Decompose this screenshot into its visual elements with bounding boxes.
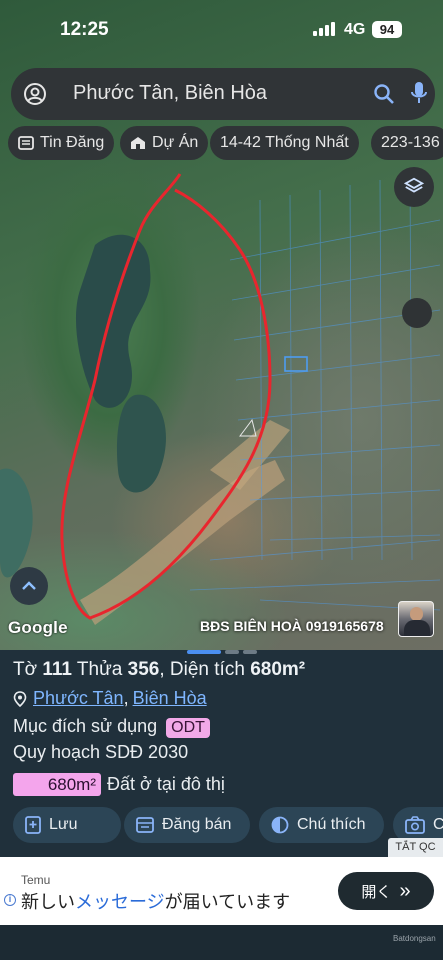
half-circle-icon [271, 816, 289, 834]
search-input[interactable]: Phước Tân, Biên Hòa [73, 82, 267, 105]
signal-icon [313, 22, 335, 36]
ad-text-highlight: メッセージ [75, 892, 165, 912]
city-link[interactable]: Biên Hòa [133, 688, 207, 709]
area-prefix: , Diện tích [159, 659, 245, 680]
chip-du-an[interactable]: Dự Án [120, 126, 209, 160]
bookmark-plus-icon [25, 816, 41, 834]
avatar [398, 601, 434, 637]
chip-tin-dang[interactable]: Tin Đăng [8, 126, 115, 160]
location-separator: , [123, 688, 129, 708]
parcel-prefix: Thửa [76, 659, 123, 680]
location-line: Phước Tân, Biên Hòa [13, 688, 207, 709]
layers-button[interactable] [394, 167, 434, 207]
status-time: 12:25 [60, 19, 109, 40]
google-attribution: Google [8, 618, 68, 637]
ad-brand: Temu [21, 873, 51, 887]
layers-icon [403, 177, 425, 193]
camera-label: C [433, 816, 443, 833]
purpose-code-badge: ODT [166, 718, 210, 738]
listing-icon [136, 817, 154, 833]
ward-link[interactable]: Phước Tân [33, 688, 124, 709]
parcel-title: Tờ 111 Thửa 356, Diện tích 680m² [13, 659, 305, 681]
filter-chips: Tin Đăng Dự Án 14-42 Thống Nhất 223-136 [8, 126, 443, 162]
mic-icon[interactable] [409, 80, 429, 108]
chip-label: Dự Án [152, 134, 199, 151]
chip-label: 223-136 [381, 134, 440, 151]
news-icon [18, 136, 34, 150]
cleared-land [80, 460, 285, 625]
chevron-up-icon [22, 581, 36, 590]
ad-info-icon[interactable]: i [4, 894, 16, 906]
list-for-sale-button[interactable]: Đăng bán [124, 807, 250, 843]
search-icon[interactable] [372, 82, 396, 106]
area-badge: 680m² [13, 773, 101, 796]
chip-label: 14-42 Thống Nhất [220, 134, 349, 151]
status-bar: 12:25 4G 94 [0, 0, 443, 56]
bottom-bar [0, 925, 443, 960]
screen: Google BĐS BIÊN HOÀ 0919165678 12:25 4G … [0, 0, 443, 960]
network-type: 4G [344, 21, 366, 38]
chip-address-2[interactable]: 223-136 [371, 126, 443, 160]
watermark-text: BĐS BIÊN HOÀ 0919165678 [200, 618, 384, 634]
chip-address-1[interactable]: 14-42 Thống Nhất [210, 126, 359, 160]
ad-open-label: 開く [361, 883, 392, 901]
plan-area-row: 680m² Đất ở tại đô thị [13, 773, 225, 796]
location-pin-icon [13, 690, 27, 707]
close-ads-button[interactable]: TẮT QC [388, 838, 443, 857]
lake-shape-2 [116, 394, 166, 493]
lake-shape-3 [0, 468, 33, 578]
lake-shape [75, 234, 151, 408]
double-chevron-right-icon: » [399, 879, 411, 902]
save-button[interactable]: Lưu [13, 807, 121, 843]
expand-up-button[interactable] [10, 567, 48, 605]
plan-label: Quy hoạch SDĐ 2030 [13, 742, 189, 762]
sheet-number: 111 [42, 659, 72, 680]
action-buttons: Lưu Đăng bán Chú thích C [13, 807, 443, 844]
small-triangle-parcel [239, 418, 257, 437]
parcel-area: 680m² [250, 659, 306, 680]
panel-drag-handle[interactable] [187, 650, 257, 655]
camera-icon [405, 816, 425, 834]
battery-icon: 94 [372, 21, 402, 38]
ad-text-before: 新しい [21, 892, 75, 912]
sheet-prefix: Tờ [13, 659, 38, 680]
parcel-number: 356 [127, 659, 160, 680]
land-use-purpose: Mục đích sử dụng ODT [13, 716, 210, 738]
save-label: Lưu [49, 816, 78, 833]
ad-open-button[interactable]: 開く » [338, 872, 434, 910]
legend-label: Chú thích [297, 816, 366, 833]
ad-message: 新しいメッセージが届いています [21, 888, 290, 914]
selected-parcel[interactable] [284, 356, 308, 372]
list-for-sale-label: Đăng bán [162, 816, 232, 833]
chip-label: Tin Đăng [40, 134, 105, 151]
area-type: Đất ở tại đô thị [107, 774, 225, 794]
ad-text-after: が届いています [164, 892, 291, 912]
location-dot-button[interactable] [402, 298, 432, 328]
footer-logo: Batdongsan [393, 934, 436, 943]
legend-button[interactable]: Chú thích [259, 807, 384, 843]
account-icon[interactable] [23, 82, 47, 106]
parcel-grid [189, 174, 441, 611]
building-icon [131, 137, 145, 149]
search-bar[interactable]: Phước Tân, Biên Hòa [11, 68, 435, 120]
purpose-label: Mục đích sử dụng [13, 716, 158, 736]
